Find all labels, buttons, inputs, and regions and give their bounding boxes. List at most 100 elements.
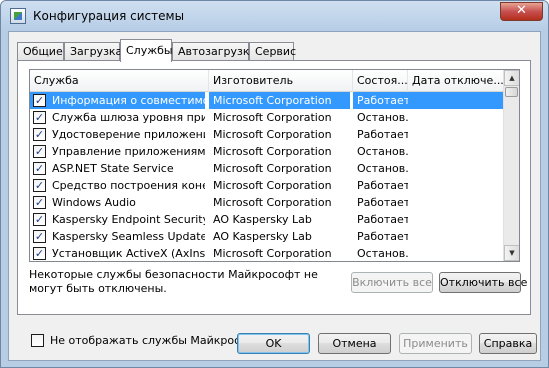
- service-manufacturer: AO Kaspersky Lab: [213, 213, 312, 226]
- msconfig-icon: [10, 8, 26, 24]
- column-header-disabled-date[interactable]: Дата отключе...: [408, 70, 505, 92]
- service-name: Управление приложениями: [52, 145, 205, 158]
- service-checkbox[interactable]: ✓: [33, 179, 46, 192]
- column-header-service[interactable]: Служба: [30, 70, 209, 92]
- service-name: Установщик ActiveX (AxInstSV): [52, 247, 205, 260]
- service-disabled-date: [408, 245, 504, 261]
- service-cell-checkbox: ✓: [30, 126, 48, 143]
- list-header: Служба Изготовитель Состоя... Дата отклю…: [30, 70, 505, 92]
- service-disabled-date: [408, 92, 504, 109]
- service-name: Удостоверение приложения: [52, 128, 205, 141]
- cancel-button[interactable]: Отмена: [318, 333, 391, 354]
- service-manufacturer: Microsoft Corporation: [213, 196, 332, 209]
- service-manufacturer: Microsoft Corporation: [209, 92, 350, 109]
- service-cell-checkbox: ✓: [30, 143, 48, 160]
- service-status: Работает: [357, 128, 408, 141]
- service-disabled-date: [408, 143, 504, 160]
- service-disabled-date: [408, 109, 504, 126]
- service-manufacturer: Microsoft Corporation: [213, 111, 332, 124]
- service-checkbox[interactable]: ✓: [33, 94, 46, 107]
- service-row[interactable]: ✓ Управление приложениями Microsoft Corpor…: [30, 143, 505, 160]
- service-cell-checkbox: ✓: [30, 211, 48, 228]
- column-header-manufacturer[interactable]: Изготовитель: [209, 70, 353, 92]
- tab-tools[interactable]: Сервис: [249, 42, 296, 61]
- service-rows: ✓Информация о совместимости ...Microsoft…: [30, 92, 505, 261]
- service-row[interactable]: ✓ Средство построения конечн... Microsoft …: [30, 177, 505, 194]
- service-disabled-date: [408, 126, 504, 143]
- column-header-status[interactable]: Состоя...: [353, 70, 408, 92]
- help-button[interactable]: Справка: [479, 333, 537, 354]
- service-status: Останов...: [357, 162, 408, 175]
- service-manufacturer: AO Kaspersky Lab: [213, 230, 312, 243]
- scroll-up-arrow-icon[interactable]: ▲: [504, 70, 519, 86]
- service-disabled-date: [408, 211, 504, 228]
- service-checkbox[interactable]: ✓: [33, 145, 46, 158]
- service-row[interactable]: ✓ Установщик ActiveX (AxInstSV) Microsoft …: [30, 245, 505, 261]
- service-status: Работает: [357, 179, 408, 192]
- service-cell-checkbox: ✓: [30, 228, 48, 245]
- service-disabled-date: [408, 228, 504, 245]
- enable-all-button[interactable]: Включить все: [351, 272, 433, 293]
- service-manufacturer: Microsoft Corporation: [213, 247, 332, 260]
- service-cell-checkbox: ✓: [30, 109, 48, 126]
- tab-general[interactable]: Общие: [17, 42, 64, 61]
- service-name: Kaspersky Endpoint Security Ser...: [52, 213, 205, 226]
- service-checkbox[interactable]: ✓: [33, 247, 46, 260]
- service-checkbox[interactable]: ✓: [33, 230, 46, 243]
- tab-startup[interactable]: Автозагрузка: [172, 42, 256, 61]
- services-list[interactable]: Служба Изготовитель Состоя... Дата отклю…: [29, 69, 520, 262]
- service-row[interactable]: ✓ ASP.NET State Service Microsoft Corporat…: [30, 160, 505, 177]
- service-manufacturer: Microsoft Corporation: [213, 179, 332, 192]
- service-status: Останов...: [357, 247, 408, 260]
- services-tab-panel: Служба Изготовитель Состоя... Дата отклю…: [17, 60, 531, 347]
- security-services-note: Некоторые службы безопасности Майкрософт…: [29, 268, 318, 295]
- service-status: Работает: [357, 196, 408, 209]
- disable-all-button[interactable]: Отключить все: [439, 272, 527, 293]
- service-manufacturer: Microsoft Corporation: [213, 162, 332, 175]
- service-checkbox[interactable]: ✓: [33, 213, 46, 226]
- service-cell-checkbox: ✓: [30, 245, 48, 261]
- service-row[interactable]: ✓ Удостоверение приложения Microsoft Corpo…: [30, 126, 505, 143]
- service-name: Информация о совместимости ...: [48, 92, 205, 109]
- service-row[interactable]: ✓ Kaspersky Endpoint Security Ser... AO Ka…: [30, 211, 505, 228]
- scrollbar-thumb[interactable]: [505, 87, 518, 97]
- service-checkbox[interactable]: ✓: [33, 128, 46, 141]
- service-row[interactable]: ✓Информация о совместимости ...Microsoft…: [30, 92, 505, 109]
- service-disabled-date: [408, 194, 504, 211]
- service-row[interactable]: ✓ Windows Audio Microsoft Corporation Работ…: [30, 194, 505, 211]
- service-row[interactable]: ✓ Kaspersky Seamless Update Ser... AO Kasp…: [30, 228, 505, 245]
- window-title: Конфигурация системы: [33, 9, 185, 23]
- dialog-buttons: OK Отмена Применить Справка: [9, 325, 540, 362]
- service-name: Windows Audio: [52, 196, 136, 209]
- service-name: Служба шлюза уровня прилож...: [52, 111, 205, 124]
- service-disabled-date: [408, 160, 504, 177]
- service-checkbox[interactable]: ✓: [33, 162, 46, 175]
- service-cell-checkbox: ✓: [30, 92, 48, 109]
- ok-button[interactable]: OK: [237, 333, 310, 354]
- title-bar[interactable]: Конфигурация системы ✕: [1, 1, 548, 31]
- service-status: Работает: [357, 230, 408, 243]
- service-disabled-date: [408, 177, 504, 194]
- service-manufacturer: Microsoft Corporation: [213, 145, 332, 158]
- service-cell-checkbox: ✓: [30, 160, 48, 177]
- service-status: Работает: [353, 92, 408, 109]
- service-name: Средство построения конечн...: [52, 179, 205, 192]
- service-cell-checkbox: ✓: [30, 177, 48, 194]
- service-manufacturer: Microsoft Corporation: [213, 128, 332, 141]
- service-cell-checkbox: ✓: [30, 194, 48, 211]
- dialog-client-area: Общие Загрузка Службы Автозагрузка Серви…: [8, 31, 541, 361]
- service-status: Останов...: [357, 145, 408, 158]
- service-checkbox[interactable]: ✓: [33, 111, 46, 124]
- service-checkbox[interactable]: ✓: [33, 196, 46, 209]
- tab-services[interactable]: Службы: [120, 39, 173, 62]
- close-button[interactable]: ✕: [500, 2, 543, 21]
- service-status: Работает: [357, 213, 408, 226]
- scroll-down-arrow-icon[interactable]: ▼: [504, 245, 519, 261]
- service-name: ASP.NET State Service: [52, 162, 174, 175]
- apply-button[interactable]: Применить: [399, 333, 472, 354]
- service-status: Останов...: [357, 111, 408, 124]
- vertical-scrollbar[interactable]: ▲ ▼: [503, 70, 519, 261]
- service-name: Kaspersky Seamless Update Ser...: [52, 230, 205, 243]
- tab-boot[interactable]: Загрузка: [64, 42, 122, 61]
- service-row[interactable]: ✓ Служба шлюза уровня прилож... Microsoft …: [30, 109, 505, 126]
